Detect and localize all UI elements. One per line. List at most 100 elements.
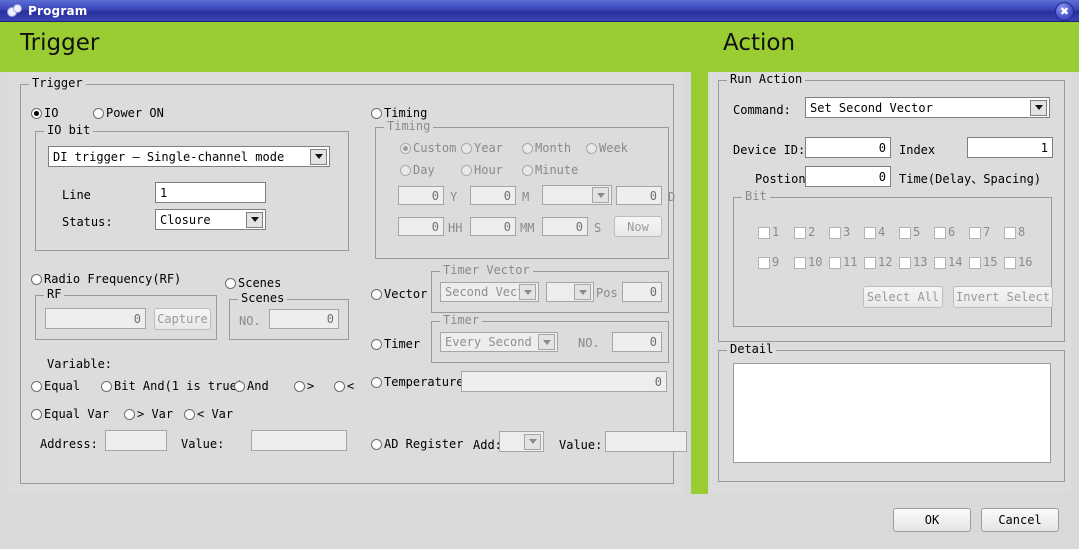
rf-value-input[interactable]: 0 bbox=[45, 308, 146, 329]
chevron-down-icon[interactable] bbox=[519, 284, 536, 300]
timing-week-select[interactable] bbox=[542, 185, 612, 205]
timer-vector-sub-select[interactable] bbox=[546, 282, 594, 302]
checkbox-bit-8-label: 8 bbox=[1018, 225, 1026, 239]
now-button[interactable]: Now bbox=[614, 216, 662, 237]
io-mode-select[interactable]: DI trigger — Single-channel mode bbox=[48, 146, 330, 167]
timing-second-unit: S bbox=[594, 221, 602, 235]
radio-dot-icon bbox=[461, 165, 472, 176]
checkbox-bit-5[interactable]: 5 bbox=[899, 226, 920, 239]
checkbox-bit-14[interactable]: 14 bbox=[934, 256, 962, 269]
checkbox-bit-2[interactable]: 2 bbox=[794, 226, 815, 239]
status-label: Status: bbox=[62, 215, 113, 229]
ok-button[interactable]: OK bbox=[893, 508, 971, 532]
radio-less-var[interactable]: < Var bbox=[184, 408, 233, 421]
radio-dot-icon bbox=[522, 143, 533, 154]
timer-period-select[interactable]: Every Second bbox=[440, 332, 558, 352]
checkbox-bit-4[interactable]: 4 bbox=[864, 226, 885, 239]
radio-greater-than[interactable]: > bbox=[294, 380, 314, 393]
radio-timing-week[interactable]: Week bbox=[586, 142, 628, 155]
status-select[interactable]: Closure bbox=[155, 209, 266, 230]
radio-radio-frequency[interactable]: Radio Frequency(RF) bbox=[31, 273, 181, 286]
close-icon[interactable]: ✖ bbox=[1055, 2, 1074, 21]
checkbox-bit-8[interactable]: 8 bbox=[1004, 226, 1025, 239]
radio-less-than[interactable]: < bbox=[334, 380, 354, 393]
chevron-down-icon[interactable] bbox=[524, 433, 541, 450]
checkbox-icon bbox=[1004, 226, 1016, 239]
temperature-input[interactable]: 0 bbox=[461, 371, 667, 392]
checkbox-bit-1[interactable]: 1 bbox=[758, 226, 779, 239]
checkbox-bit-6[interactable]: 6 bbox=[934, 226, 955, 239]
checkbox-bit-4-label: 4 bbox=[878, 225, 886, 239]
checkbox-bit-3[interactable]: 3 bbox=[829, 226, 850, 239]
timing-hour-input[interactable]: 0 bbox=[398, 217, 444, 236]
chevron-down-icon[interactable] bbox=[310, 148, 327, 165]
radio-greater-than-label: > bbox=[307, 379, 315, 393]
scenes-no-label: NO. bbox=[239, 314, 261, 328]
ad-value-input[interactable] bbox=[605, 431, 687, 452]
ad-add-select[interactable] bbox=[499, 431, 544, 452]
radio-power-on[interactable]: Power ON bbox=[93, 107, 164, 120]
radio-timing-day[interactable]: Day bbox=[400, 164, 435, 177]
index-input[interactable]: 1 bbox=[967, 137, 1053, 158]
radio-timing-hour[interactable]: Hour bbox=[461, 164, 503, 177]
radio-vector[interactable]: Vector bbox=[371, 288, 427, 301]
capture-button[interactable]: Capture bbox=[154, 308, 211, 330]
chevron-down-icon[interactable] bbox=[538, 334, 555, 350]
device-id-label: Device ID: bbox=[733, 143, 806, 157]
checkbox-icon bbox=[969, 256, 981, 269]
temperature-value: 0 bbox=[654, 374, 662, 389]
radio-scenes[interactable]: Scenes bbox=[225, 277, 281, 290]
radio-greater-var-label: > Var bbox=[137, 407, 174, 421]
timing-second-input[interactable]: 0 bbox=[542, 217, 588, 236]
cancel-button[interactable]: Cancel bbox=[981, 508, 1059, 532]
checkbox-bit-9[interactable]: 9 bbox=[758, 256, 779, 269]
radio-io[interactable]: IO bbox=[31, 107, 58, 120]
radio-equal-label: Equal bbox=[44, 379, 81, 393]
checkbox-bit-13[interactable]: 13 bbox=[899, 256, 927, 269]
timing-year-input[interactable]: 0 bbox=[398, 186, 444, 205]
radio-ad-register[interactable]: AD Register bbox=[371, 438, 463, 451]
chevron-down-icon[interactable] bbox=[1030, 99, 1047, 116]
radio-temperature[interactable]: Temperature bbox=[371, 376, 463, 389]
command-select[interactable]: Set Second Vector bbox=[805, 97, 1050, 118]
radio-timing-minute[interactable]: Minute bbox=[522, 164, 578, 177]
radio-timer[interactable]: Timer bbox=[371, 338, 420, 351]
radio-timing-year[interactable]: Year bbox=[461, 142, 503, 155]
command-label: Command: bbox=[733, 103, 791, 117]
timer-vector-pos-input[interactable]: 0 bbox=[622, 282, 662, 302]
scenes-no-input[interactable]: 0 bbox=[269, 309, 339, 329]
position-input[interactable]: 0 bbox=[805, 166, 891, 187]
timer-no-input[interactable]: 0 bbox=[612, 332, 662, 352]
chevron-down-icon[interactable] bbox=[592, 187, 609, 203]
radio-equal[interactable]: Equal bbox=[31, 380, 80, 393]
line-input[interactable]: 1 bbox=[155, 182, 266, 203]
invert-select-button[interactable]: Invert Select bbox=[953, 286, 1053, 308]
radio-timing-custom[interactable]: Custom bbox=[400, 142, 456, 155]
chevron-down-icon[interactable] bbox=[574, 284, 591, 300]
radio-timing-month[interactable]: Month bbox=[522, 142, 571, 155]
checkbox-bit-10[interactable]: 10 bbox=[794, 256, 822, 269]
detail-textarea[interactable] bbox=[733, 363, 1051, 463]
timing-day-input[interactable]: 0 bbox=[616, 186, 662, 205]
radio-and[interactable]: And bbox=[234, 380, 269, 393]
timer-vector-select[interactable]: Second Vector bbox=[440, 282, 539, 302]
page-title-action: Action bbox=[723, 30, 796, 56]
timing-month-input[interactable]: 0 bbox=[470, 186, 516, 205]
checkbox-bit-12[interactable]: 12 bbox=[864, 256, 892, 269]
device-id-input[interactable]: 0 bbox=[805, 137, 891, 158]
address-input[interactable] bbox=[105, 430, 167, 451]
select-all-button[interactable]: Select All bbox=[863, 286, 943, 308]
timing-minute-input[interactable]: 0 bbox=[470, 217, 516, 236]
variable-value-input[interactable] bbox=[251, 430, 347, 451]
radio-bit-and[interactable]: Bit And(1 is true) bbox=[101, 380, 244, 393]
detail-groupbox: Detail bbox=[718, 343, 1065, 482]
checkbox-icon bbox=[829, 226, 841, 239]
radio-greater-var[interactable]: > Var bbox=[124, 408, 173, 421]
checkbox-bit-7[interactable]: 7 bbox=[969, 226, 990, 239]
checkbox-bit-11[interactable]: 11 bbox=[829, 256, 857, 269]
radio-equal-var[interactable]: Equal Var bbox=[31, 408, 109, 421]
timing-groupbox-label: Timing bbox=[384, 120, 434, 132]
checkbox-bit-16[interactable]: 16 bbox=[1004, 256, 1032, 269]
chevron-down-icon[interactable] bbox=[246, 211, 263, 228]
checkbox-bit-15[interactable]: 15 bbox=[969, 256, 997, 269]
